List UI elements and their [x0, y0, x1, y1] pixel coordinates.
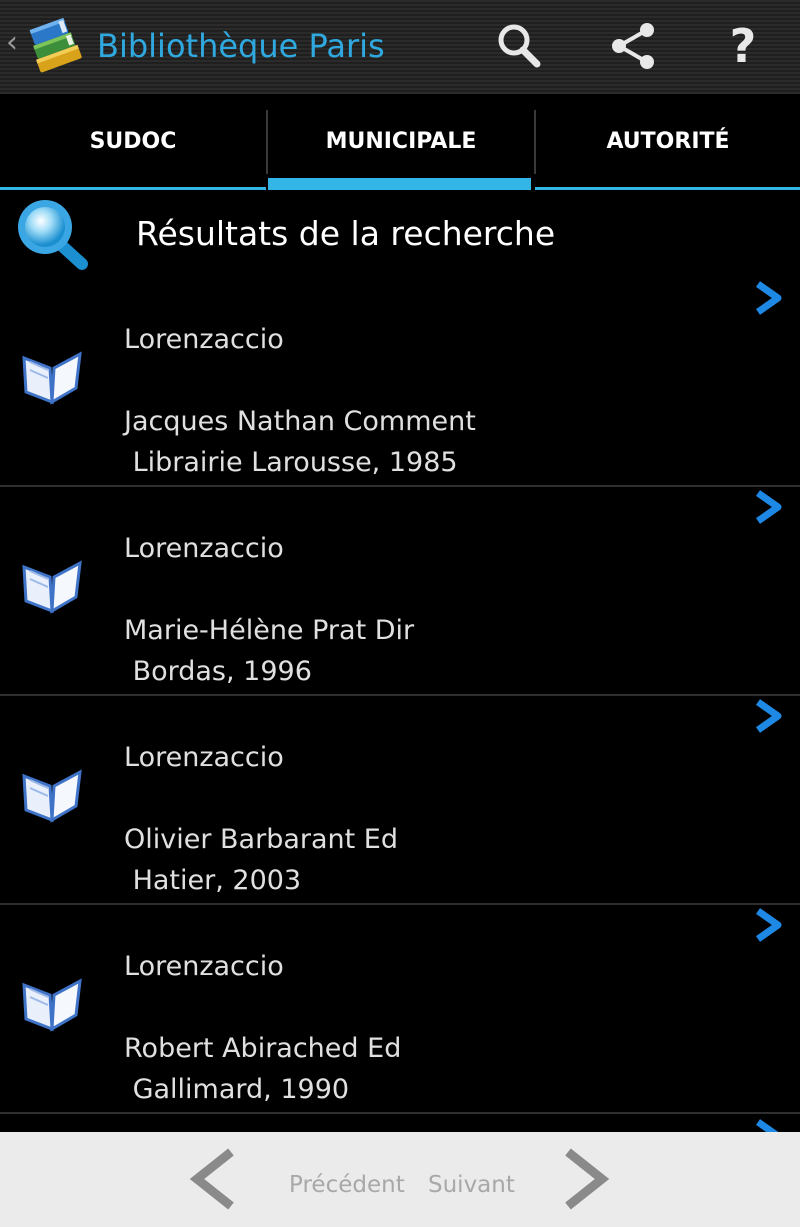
book-icon — [22, 351, 82, 405]
result-author: Jacques Nathan Comment — [124, 406, 476, 437]
list-item[interactable]: Lorenzaccio Olivier Barbarant Ed Hatier,… — [0, 696, 800, 905]
help-icon[interactable]: ? — [715, 18, 771, 74]
tab-bar: SUDOC MUNICIPALE AUTORITÉ — [0, 94, 800, 190]
result-author: Marie-Hélène Prat Dir — [124, 615, 415, 646]
magnifier-icon — [18, 200, 88, 270]
search-icon[interactable] — [490, 18, 546, 74]
chevron-left-icon[interactable]: ‹ — [6, 28, 18, 58]
list-item[interactable]: Lorenzaccio Robert Abirached Ed Gallimar… — [0, 905, 800, 1114]
chevron-right-icon[interactable] — [752, 907, 784, 943]
chevron-right-icon[interactable] — [752, 698, 784, 734]
result-title: Lorenzaccio — [124, 951, 284, 982]
next-button[interactable]: Suivant — [428, 1170, 515, 1200]
book-icon — [22, 978, 82, 1032]
results-header: Résultats de la recherche — [0, 190, 800, 278]
result-title: Lorenzaccio — [124, 742, 284, 773]
books-logo-icon[interactable] — [24, 10, 90, 80]
result-title: Lorenzaccio — [124, 324, 284, 355]
results-list: Lorenzaccio Jacques Nathan Comment Libra… — [0, 278, 800, 1153]
result-publisher: Hatier, 2003 — [124, 865, 302, 896]
result-publisher: Gallimard, 1990 — [124, 1074, 350, 1105]
share-icon[interactable] — [605, 18, 661, 74]
chevron-left-icon[interactable] — [185, 1146, 241, 1212]
action-bar: ‹ Bibliothèque Paris ? — [0, 0, 800, 94]
previous-button[interactable]: Précédent — [289, 1170, 405, 1200]
tab-selected-indicator — [268, 178, 531, 190]
result-publisher: Librairie Larousse, 1985 — [124, 447, 458, 478]
chevron-right-icon[interactable] — [752, 280, 784, 316]
result-publisher: Bordas, 1996 — [124, 656, 312, 687]
chevron-right-icon[interactable] — [558, 1146, 614, 1212]
result-title: Lorenzaccio — [124, 533, 284, 564]
tab-municipale[interactable]: MUNICIPALE — [268, 94, 534, 190]
book-icon — [22, 560, 82, 614]
app-title: Bibliothèque Paris — [97, 27, 385, 65]
tab-autorite[interactable]: AUTORITÉ — [536, 94, 800, 190]
chevron-right-icon[interactable] — [752, 489, 784, 525]
list-item[interactable]: Lorenzaccio Marie-Hélène Prat Dir Bordas… — [0, 487, 800, 696]
pagination-bar: Précédent Suivant — [0, 1132, 800, 1227]
book-icon — [22, 769, 82, 823]
result-author: Robert Abirached Ed — [124, 1033, 402, 1064]
list-item[interactable]: Lorenzaccio Jacques Nathan Comment Libra… — [0, 278, 800, 487]
help-glyph: ? — [729, 19, 757, 73]
result-author: Olivier Barbarant Ed — [124, 824, 399, 855]
page-title: Résultats de la recherche — [136, 214, 556, 253]
tab-sudoc[interactable]: SUDOC — [0, 94, 266, 190]
